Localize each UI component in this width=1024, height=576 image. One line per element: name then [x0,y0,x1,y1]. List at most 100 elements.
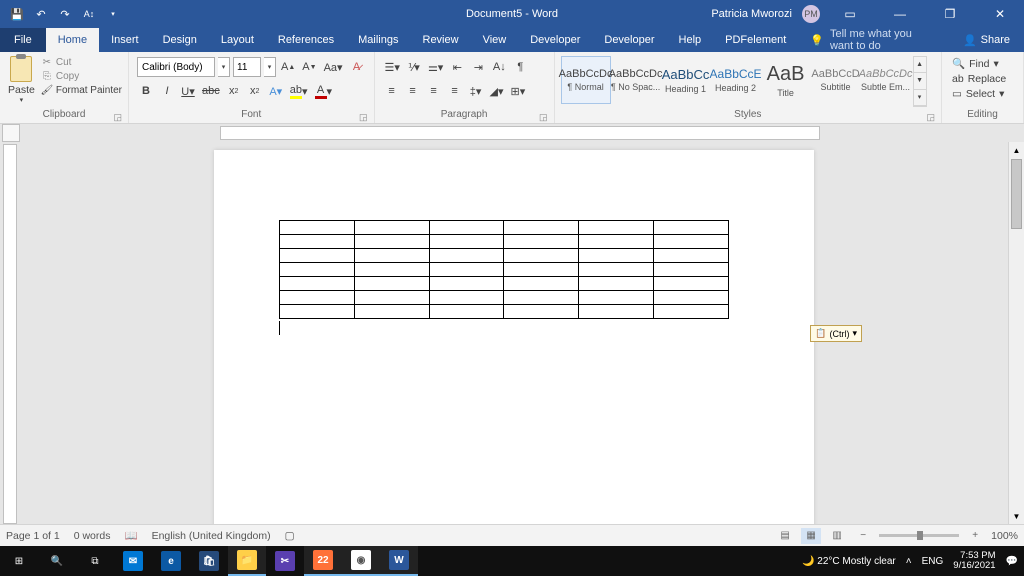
zoom-in-button[interactable]: + [965,528,985,544]
zoom-slider[interactable] [879,534,959,537]
redo-icon[interactable]: ↷ [56,5,74,23]
tray-chevron-icon[interactable]: ˄ [906,556,912,567]
ruler-horizontal[interactable] [220,126,820,140]
maximize-button[interactable]: ❐ [930,0,970,28]
save-icon[interactable]: 💾 [8,5,26,23]
word-count[interactable]: 0 words [74,530,111,542]
paste-button[interactable]: Paste ▾ [4,54,39,106]
zoom-level[interactable]: 100% [991,530,1018,542]
text-effects-button[interactable]: A▾ [267,81,285,101]
clipboard-launcher-icon[interactable]: ◲ [113,112,122,123]
grow-font-button[interactable]: A▲ [279,57,297,77]
tab-mailings[interactable]: Mailings [346,28,410,52]
ribbon-options-icon[interactable]: ▭ [830,0,870,28]
cut-button[interactable]: ✂Cut [41,56,122,68]
copy-button[interactable]: ⎘Copy [41,70,122,82]
style--normal[interactable]: AaBbCcDc¶ Normal [561,56,611,104]
chrome-app[interactable]: ◉ [342,546,380,576]
strikethrough-button[interactable]: abc [200,81,222,101]
read-mode-button[interactable]: ▤ [775,528,795,544]
search-button[interactable]: 🔍 [38,546,76,576]
store-app[interactable]: 🛍 [190,546,228,576]
web-layout-button[interactable]: ▥ [827,528,847,544]
ruler-vertical[interactable] [3,144,17,524]
explorer-app[interactable]: 📁 [228,546,266,576]
weather-widget[interactable]: 🌙 22°C Mostly clear [802,556,896,567]
tab-pdfelement[interactable]: PDFelement [713,28,798,52]
print-layout-button[interactable]: ▦ [801,528,821,544]
page[interactable]: 📋 (Ctrl) ▾ [214,150,814,524]
numbering-button[interactable]: ⅟▾ [405,57,423,77]
style-subtle-em-[interactable]: AaBbCcDcSubtle Em... [861,56,911,104]
align-center-button[interactable]: ≡ [404,81,422,101]
borders-button[interactable]: ⊞▾ [509,81,528,101]
font-name-combo[interactable] [137,57,215,77]
replace-button[interactable]: abReplace [950,72,1008,86]
bold-button[interactable]: B [137,81,155,101]
notifications-icon[interactable]: 💬 [1006,556,1018,567]
decrease-indent-button[interactable]: ⇤ [448,57,466,77]
shrink-font-button[interactable]: A▼ [300,57,318,77]
tab-review[interactable]: Review [411,28,471,52]
zoom-out-button[interactable]: − [853,528,873,544]
undo-icon[interactable]: ↶ [32,5,50,23]
vertical-scrollbar[interactable]: ▲ ▼ [1008,142,1024,524]
style-heading-2[interactable]: AaBbCcEHeading 2 [711,56,761,104]
touch-mode-icon[interactable]: A↕ [80,5,98,23]
find-button[interactable]: 🔍Find ▾ [950,56,1008,71]
tab-selector[interactable] [2,124,20,142]
scroll-down-icon[interactable]: ▼ [1009,508,1024,524]
line-spacing-button[interactable]: ‡▾ [467,81,485,101]
change-case-button[interactable]: Aa▾ [322,57,345,77]
italic-button[interactable]: I [158,81,176,101]
task-view-button[interactable]: ⧉ [76,546,114,576]
macro-recording-icon[interactable]: ▢ [285,530,295,542]
font-size-combo[interactable] [233,57,261,77]
tab-view[interactable]: View [471,28,519,52]
start-button[interactable]: ⊞ [0,546,38,576]
sort-button[interactable]: A↓ [490,57,508,77]
font-launcher-icon[interactable]: ◲ [359,112,368,123]
select-button[interactable]: ▭Select ▾ [950,87,1008,101]
justify-button[interactable]: ≡ [446,81,464,101]
snip-app[interactable]: ✂ [266,546,304,576]
document-table[interactable] [279,220,729,319]
align-right-button[interactable]: ≡ [425,81,443,101]
edge-app[interactable]: e [152,546,190,576]
spellcheck-icon[interactable]: 📖 [124,529,137,542]
show-marks-button[interactable]: ¶ [511,57,529,77]
highlight-button[interactable]: ab▾ [288,81,310,101]
style-heading-1[interactable]: AaBbCcHeading 1 [661,56,711,104]
underline-button[interactable]: U▾ [179,81,197,101]
superscript-button[interactable]: x2 [246,81,264,101]
word-app[interactable]: W [380,546,418,576]
font-size-dropdown-icon[interactable]: ▾ [264,57,276,77]
qat-customize-icon[interactable]: ▾ [104,5,122,23]
paragraph-launcher-icon[interactable]: ◲ [539,112,548,123]
ime-indicator[interactable]: ENG [922,556,944,567]
share-button[interactable]: 👤 Share [949,28,1024,52]
scroll-up-icon[interactable]: ▲ [1009,142,1024,158]
styles-launcher-icon[interactable]: ◲ [926,112,935,123]
tell-me-search[interactable]: 💡 Tell me what you want to do [798,28,949,52]
firefox-app[interactable]: 22 [304,546,342,576]
clock[interactable]: 7:53 PM 9/16/2021 [953,551,995,572]
style--no-spac-[interactable]: AaBbCcDc¶ No Spac... [611,56,661,104]
user-name[interactable]: Patricia Mworozi [711,8,792,20]
close-button[interactable]: ✕ [980,0,1020,28]
minimize-button[interactable]: — [880,0,920,28]
language-status[interactable]: English (United Kingdom) [152,530,271,542]
tab-developer[interactable]: Developer [592,28,666,52]
mail-app[interactable]: ✉ [114,546,152,576]
tab-insert[interactable]: Insert [99,28,151,52]
tab-home[interactable]: Home [46,28,99,52]
style-subtitle[interactable]: AaBbCcDSubtitle [811,56,861,104]
scroll-thumb[interactable] [1011,159,1022,229]
bullets-button[interactable]: ☰▾ [383,57,402,77]
subscript-button[interactable]: x2 [225,81,243,101]
styles-expand-icon[interactable]: ▾ [914,90,926,106]
tab-design[interactable]: Design [151,28,209,52]
tab-layout[interactable]: Layout [209,28,266,52]
styles-row-down[interactable]: ▼ [914,73,926,89]
multilevel-list-button[interactable]: ⚌▾ [426,57,445,77]
